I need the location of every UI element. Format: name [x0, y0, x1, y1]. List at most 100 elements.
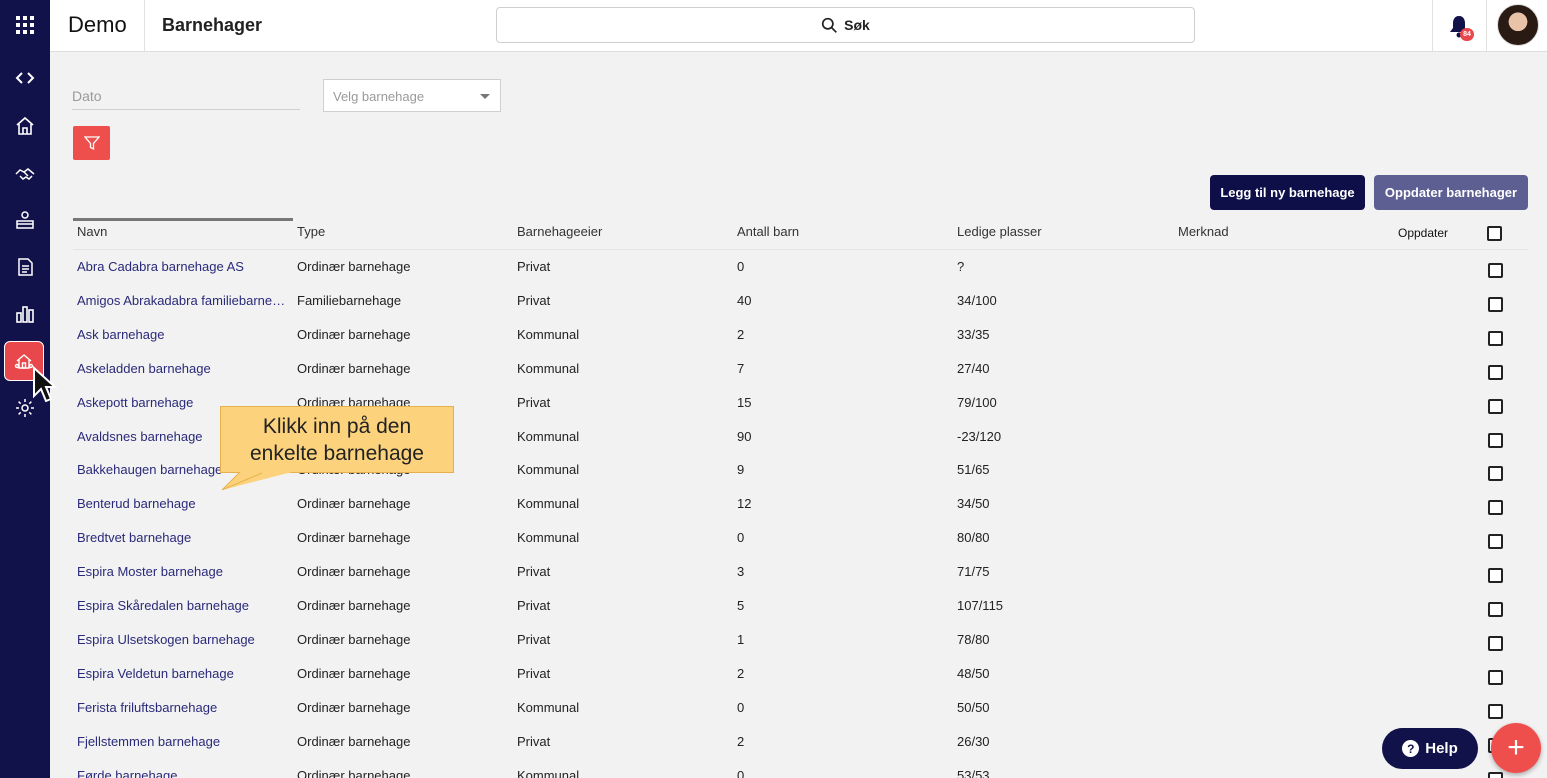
- column-header-owner[interactable]: Barnehageeier: [517, 224, 602, 239]
- update-checkbox[interactable]: [1488, 636, 1503, 651]
- kindergarten-name-link[interactable]: Amigos Abrakadabra familiebarnehage: [77, 293, 287, 308]
- table-row[interactable]: Fjellstemmen barnehage Ordinær barnehage P…: [0, 734, 1547, 768]
- kindergarten-name-link[interactable]: Espira Moster barnehage: [77, 564, 287, 579]
- add-fab-button[interactable]: +: [1491, 723, 1541, 773]
- available-places: 79/100: [957, 395, 997, 410]
- kindergarten-name-link[interactable]: Benterud barnehage: [77, 496, 287, 511]
- kindergarten-type: Ordinær barnehage: [297, 598, 411, 613]
- kindergarten-name-link[interactable]: Førde barnehage: [77, 768, 287, 778]
- table-row[interactable]: Ferista friluftsbarnehage Ordinær barneha…: [0, 700, 1547, 734]
- column-header-available[interactable]: Ledige plasser: [957, 224, 1042, 239]
- table-row[interactable]: Bredtvet barnehage Ordinær barnehage Kommu…: [0, 530, 1547, 564]
- kindergarten-type: Ordinær barnehage: [297, 530, 411, 545]
- column-header-name[interactable]: Navn: [77, 224, 107, 239]
- kindergarten-name-link[interactable]: Espira Skåredalen barnehage: [77, 598, 287, 613]
- kindergarten-owner: Privat: [517, 564, 551, 579]
- kindergarten-name-link[interactable]: Espira Ulsetskogen barnehage: [77, 632, 287, 647]
- kindergarten-type: Ordinær barnehage: [297, 666, 411, 681]
- filter-icon: [83, 136, 100, 151]
- callout-pointer: [222, 472, 292, 490]
- kindergarten-owner: Privat: [517, 395, 551, 410]
- update-checkbox[interactable]: [1488, 670, 1503, 685]
- help-label: Help: [1425, 740, 1458, 757]
- notification-badge: 84: [1460, 28, 1474, 41]
- kindergarten-name-link[interactable]: Fjellstemmen barnehage: [77, 734, 287, 749]
- date-field[interactable]: Dato: [72, 80, 300, 110]
- children-count: 2: [737, 327, 745, 342]
- kindergarten-owner: Privat: [517, 598, 551, 613]
- kindergarten-name-link[interactable]: Ask barnehage: [77, 327, 287, 342]
- header-divider: [1486, 0, 1487, 51]
- app-name: Demo: [68, 12, 127, 37]
- top-header: Demo Barnehager Søk 84: [50, 0, 1547, 52]
- select-all-checkbox[interactable]: [1487, 226, 1502, 241]
- available-places: 27/40: [957, 361, 990, 376]
- update-checkbox[interactable]: [1488, 602, 1503, 617]
- search-bar[interactable]: Søk: [496, 7, 1195, 43]
- table-row[interactable]: Espira Skåredalen barnehage Ordinær barne…: [0, 598, 1547, 632]
- children-count: 1: [737, 632, 745, 647]
- update-checkbox[interactable]: [1488, 433, 1503, 448]
- table-row[interactable]: Benterud barnehage Ordinær barnehage Kommu…: [0, 496, 1547, 530]
- kindergarten-name-link[interactable]: Askeladden barnehage: [77, 361, 287, 376]
- header-divider: [1432, 0, 1433, 51]
- update-kindergartens-button[interactable]: Oppdater barnehager: [1374, 175, 1528, 210]
- table-row[interactable]: Espira Veldetun barnehage Ordinær barneha…: [0, 666, 1547, 700]
- update-checkbox[interactable]: [1488, 466, 1503, 481]
- table-row[interactable]: Ask barnehage Ordinær barnehage Kommunal 2 3…: [0, 327, 1547, 361]
- column-header-children[interactable]: Antall barn: [737, 224, 799, 239]
- table-row[interactable]: Førde barnehage Ordinær barnehage Kommunal…: [0, 768, 1547, 778]
- available-places: 80/80: [957, 530, 990, 545]
- table-row[interactable]: Amigos Abrakadabra familiebarnehage Famil…: [0, 293, 1547, 327]
- column-header-type[interactable]: Type: [297, 224, 325, 239]
- kindergarten-owner: Kommunal: [517, 700, 580, 715]
- kindergarten-owner: Kommunal: [517, 768, 580, 778]
- kindergarten-owner: Kommunal: [517, 361, 580, 376]
- avatar[interactable]: [1497, 4, 1539, 46]
- children-count: 40: [737, 293, 752, 308]
- children-count: 9: [737, 462, 745, 477]
- update-checkbox[interactable]: [1488, 331, 1503, 346]
- table-row[interactable]: Askeladden barnehage Ordinær barnehage Kom…: [0, 361, 1547, 395]
- update-checkbox[interactable]: [1488, 534, 1503, 549]
- kindergarten-name-link[interactable]: Ferista friluftsbarnehage: [77, 700, 287, 715]
- kindergarten-type: Ordinær barnehage: [297, 564, 411, 579]
- kindergarten-owner: Kommunal: [517, 496, 580, 511]
- kindergarten-type: Ordinær barnehage: [297, 632, 411, 647]
- available-places: 53/53: [957, 768, 990, 778]
- table-row[interactable]: Espira Moster barnehage Ordinær barnehage…: [0, 564, 1547, 598]
- chevron-down-icon: [480, 94, 490, 99]
- children-count: 2: [737, 666, 745, 681]
- table-row[interactable]: Espira Ulsetskogen barnehage Ordinær barn…: [0, 632, 1547, 666]
- update-checkbox[interactable]: [1488, 297, 1503, 312]
- update-checkbox[interactable]: [1488, 568, 1503, 583]
- update-checkbox[interactable]: [1488, 263, 1503, 278]
- callout-line-1: Klikk inn på den: [262, 415, 412, 438]
- handshake-icon[interactable]: [0, 153, 50, 193]
- column-header-note[interactable]: Merknad: [1178, 224, 1229, 239]
- kindergarten-type: Ordinær barnehage: [297, 259, 411, 274]
- home-icon[interactable]: [0, 106, 50, 146]
- add-kindergarten-button[interactable]: Legg til ny barnehage: [1210, 175, 1365, 210]
- apps-grid-icon[interactable]: [0, 5, 50, 45]
- page-title: Barnehager: [162, 15, 263, 35]
- code-toggle-icon[interactable]: [0, 58, 50, 98]
- update-checkbox[interactable]: [1488, 772, 1503, 778]
- kindergarten-name-link[interactable]: Bredtvet barnehage: [77, 530, 287, 545]
- update-checkbox[interactable]: [1488, 704, 1503, 719]
- kindergarten-owner: Kommunal: [517, 327, 580, 342]
- children-count: 3: [737, 564, 745, 579]
- kindergarten-select[interactable]: Velg barnehage: [323, 79, 501, 112]
- kindergarten-name-link[interactable]: Espira Veldetun barnehage: [77, 666, 287, 681]
- kindergarten-type: Ordinær barnehage: [297, 327, 411, 342]
- table-row[interactable]: Abra Cadabra barnehage AS Ordinær barneha…: [0, 259, 1547, 293]
- children-count: 2: [737, 734, 745, 749]
- update-checkbox[interactable]: [1488, 399, 1503, 414]
- update-checkbox[interactable]: [1488, 500, 1503, 515]
- kindergarten-owner: Privat: [517, 259, 551, 274]
- help-button[interactable]: ? Help: [1382, 728, 1478, 769]
- kindergarten-name-link[interactable]: Abra Cadabra barnehage AS: [77, 259, 287, 274]
- filter-button[interactable]: [73, 126, 110, 160]
- update-checkbox[interactable]: [1488, 365, 1503, 380]
- table-header: Navn Type Barnehageeier Antall barn Ledi…: [0, 224, 1547, 250]
